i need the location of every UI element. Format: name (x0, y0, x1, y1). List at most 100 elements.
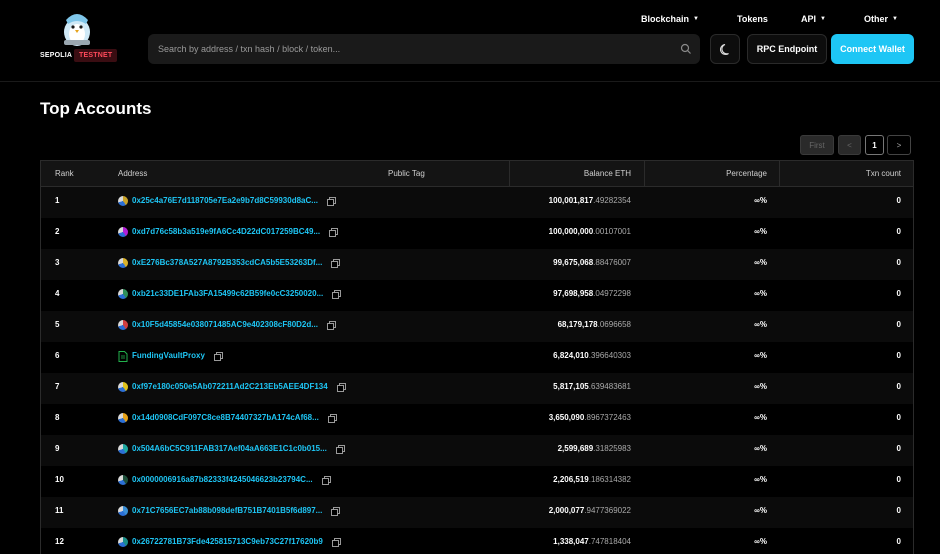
address-link[interactable]: 0x14d0908CdF097C8ce8B74407327bA174cAf68.… (132, 404, 319, 432)
rank-cell: 8 (55, 413, 60, 422)
copy-icon[interactable] (326, 196, 336, 206)
balance-integer: 1,338,047 (553, 537, 589, 546)
copy-icon[interactable] (321, 475, 331, 485)
balance-cell: 100,001,817.49282354 (549, 187, 631, 218)
nav-blockchain[interactable]: Blockchain ▼ (641, 12, 699, 26)
header-percentage: Percentage (726, 169, 767, 178)
address-avatar-icon (118, 196, 128, 206)
txn-count-cell: 0 (896, 506, 901, 515)
balance-integer: 2,599,689 (557, 444, 594, 453)
copy-icon[interactable] (331, 506, 341, 516)
contract-file-icon (118, 350, 128, 362)
balance-cell: 6,824,010.396640303 (553, 342, 631, 373)
table-row: 3 0xE276Bc378A527A8792B353cdCA5b5E53263Df… (41, 249, 913, 280)
balance-cell: 99,675,068.88476007 (553, 249, 631, 280)
rank-cell: 7 (55, 382, 60, 391)
address-link[interactable]: 0xE276Bc378A527A8792B353cdCA5b5E53263Df.… (132, 249, 322, 277)
table-row: 4 0xb21c33DE1FAb3FA15499c62B59fe0cC325002… (41, 280, 913, 311)
nav-blockchain-label: Blockchain (641, 14, 690, 24)
copy-icon[interactable] (335, 444, 345, 454)
balance-decimal: .49282354 (593, 196, 631, 205)
balance-decimal: .186314382 (588, 475, 631, 484)
search-input[interactable] (148, 34, 668, 64)
balance-integer: 2,206,519 (553, 475, 589, 484)
header-divider (644, 161, 645, 187)
table-header: Rank Address Public Tag Balance ETH Perc… (41, 161, 913, 187)
copy-icon[interactable] (213, 351, 223, 361)
theme-toggle-button[interactable] (710, 34, 740, 64)
pagination-prev-button[interactable]: < (838, 135, 861, 155)
balance-decimal: .639483681 (588, 382, 631, 391)
rank-cell: 2 (55, 227, 60, 236)
balance-decimal: .00107001 (593, 227, 631, 236)
rank-cell: 3 (55, 258, 60, 267)
header-divider (779, 161, 780, 187)
percentage-cell: ∞% (754, 537, 767, 546)
percentage-cell: ∞% (754, 258, 767, 267)
copy-icon[interactable] (336, 382, 346, 392)
address-link[interactable]: FundingVaultProxy (132, 342, 205, 370)
balance-decimal: .9477369022 (584, 506, 631, 515)
table-row: 11 0x71C7656EC7ab88b098defB751B7401B5f6d8… (41, 497, 913, 528)
percentage-cell: ∞% (754, 227, 767, 236)
nav-other[interactable]: Other ▼ (864, 12, 898, 26)
address-link[interactable]: 0xd7d76c58b3a519e9fA6Cc4D22dC017259BC49.… (132, 218, 320, 246)
address-link[interactable]: 0x0000006916a87b82333f4245046623b23794C.… (132, 466, 313, 494)
rank-cell: 11 (55, 506, 64, 515)
balance-integer: 100,001,817 (548, 196, 594, 205)
table-row: 2 0xd7d76c58b3a519e9fA6Cc4D22dC017259BC49… (41, 218, 913, 249)
chevron-down-icon: ▼ (892, 16, 898, 22)
copy-icon[interactable] (329, 227, 339, 237)
address-link[interactable]: 0x10F5d45854e038071485AC9e402308cF80D2d.… (132, 311, 318, 339)
copy-icon[interactable] (332, 289, 342, 299)
address-link[interactable]: 0xf97e180c050e5Ab072211Ad2C213Eb5AEE4DF1… (132, 373, 328, 401)
address-cell: FundingVaultProxy (118, 342, 223, 373)
balance-decimal: .0696658 (597, 320, 631, 329)
copy-icon[interactable] (327, 413, 337, 423)
header-balance: Balance ETH (583, 169, 631, 178)
moon-icon (719, 43, 729, 55)
balance-integer: 99,675,068 (553, 258, 594, 267)
address-link[interactable]: 0x504A6bC5C911FAB317Aef04aA663E1C1c0b015… (132, 435, 327, 463)
address-link[interactable]: 0x25c4a76E7d118705e7Ea2e9b7d8C59930d8aC.… (132, 187, 318, 215)
pagination-next-button[interactable]: > (887, 135, 911, 155)
rank-cell: 12 (55, 537, 64, 546)
copy-icon[interactable] (331, 537, 341, 547)
nav-other-label: Other (864, 14, 889, 24)
percentage-cell: ∞% (754, 382, 767, 391)
pagination-first-button[interactable]: First (800, 135, 834, 155)
address-link[interactable]: 0x71C7656EC7ab88b098defB751B7401B5f6d897… (132, 497, 322, 525)
txn-count-cell: 0 (896, 413, 901, 422)
logo[interactable]: SEPOLIA TESTNET (40, 10, 118, 68)
address-cell: 0x71C7656EC7ab88b098defB751B7401B5f6d897… (118, 497, 341, 528)
address-cell: 0xd7d76c58b3a519e9fA6Cc4D22dC017259BC49.… (118, 218, 339, 249)
pagination-current-page[interactable]: 1 (865, 135, 884, 155)
balance-cell: 100,000,000.00107001 (549, 218, 631, 249)
balance-decimal: .396640303 (588, 351, 631, 360)
balance-cell: 2,000,077.9477369022 (549, 497, 631, 528)
percentage-cell: ∞% (754, 475, 767, 484)
address-link[interactable]: 0x26722781B73Fde425815713C9eb73C27f17620… (132, 528, 323, 554)
copy-icon[interactable] (326, 320, 336, 330)
nav-api[interactable]: API ▼ (801, 12, 826, 26)
rpc-endpoint-button[interactable]: RPC Endpoint (747, 34, 827, 64)
address-avatar-icon (118, 320, 128, 330)
address-avatar-icon (118, 537, 128, 547)
connect-wallet-button[interactable]: Connect Wallet (831, 34, 914, 64)
percentage-cell: ∞% (754, 320, 767, 329)
copy-icon[interactable] (331, 258, 341, 268)
rank-cell: 4 (55, 289, 60, 298)
address-link[interactable]: 0xb21c33DE1FAb3FA15499c62B59fe0cC3250020… (132, 280, 323, 308)
txn-count-cell: 0 (896, 227, 901, 236)
txn-count-cell: 0 (896, 537, 901, 546)
search-icon[interactable] (680, 43, 692, 55)
address-avatar-icon (118, 258, 128, 268)
balance-integer: 5,817,105 (553, 382, 589, 391)
page-title: Top Accounts (40, 99, 152, 118)
nav-tokens[interactable]: Tokens (737, 12, 768, 26)
address-avatar-icon (118, 506, 128, 516)
chevron-down-icon: ▼ (820, 16, 826, 22)
nav-api-label: API (801, 14, 817, 24)
txn-count-cell: 0 (896, 351, 901, 360)
address-avatar-icon (118, 475, 128, 485)
